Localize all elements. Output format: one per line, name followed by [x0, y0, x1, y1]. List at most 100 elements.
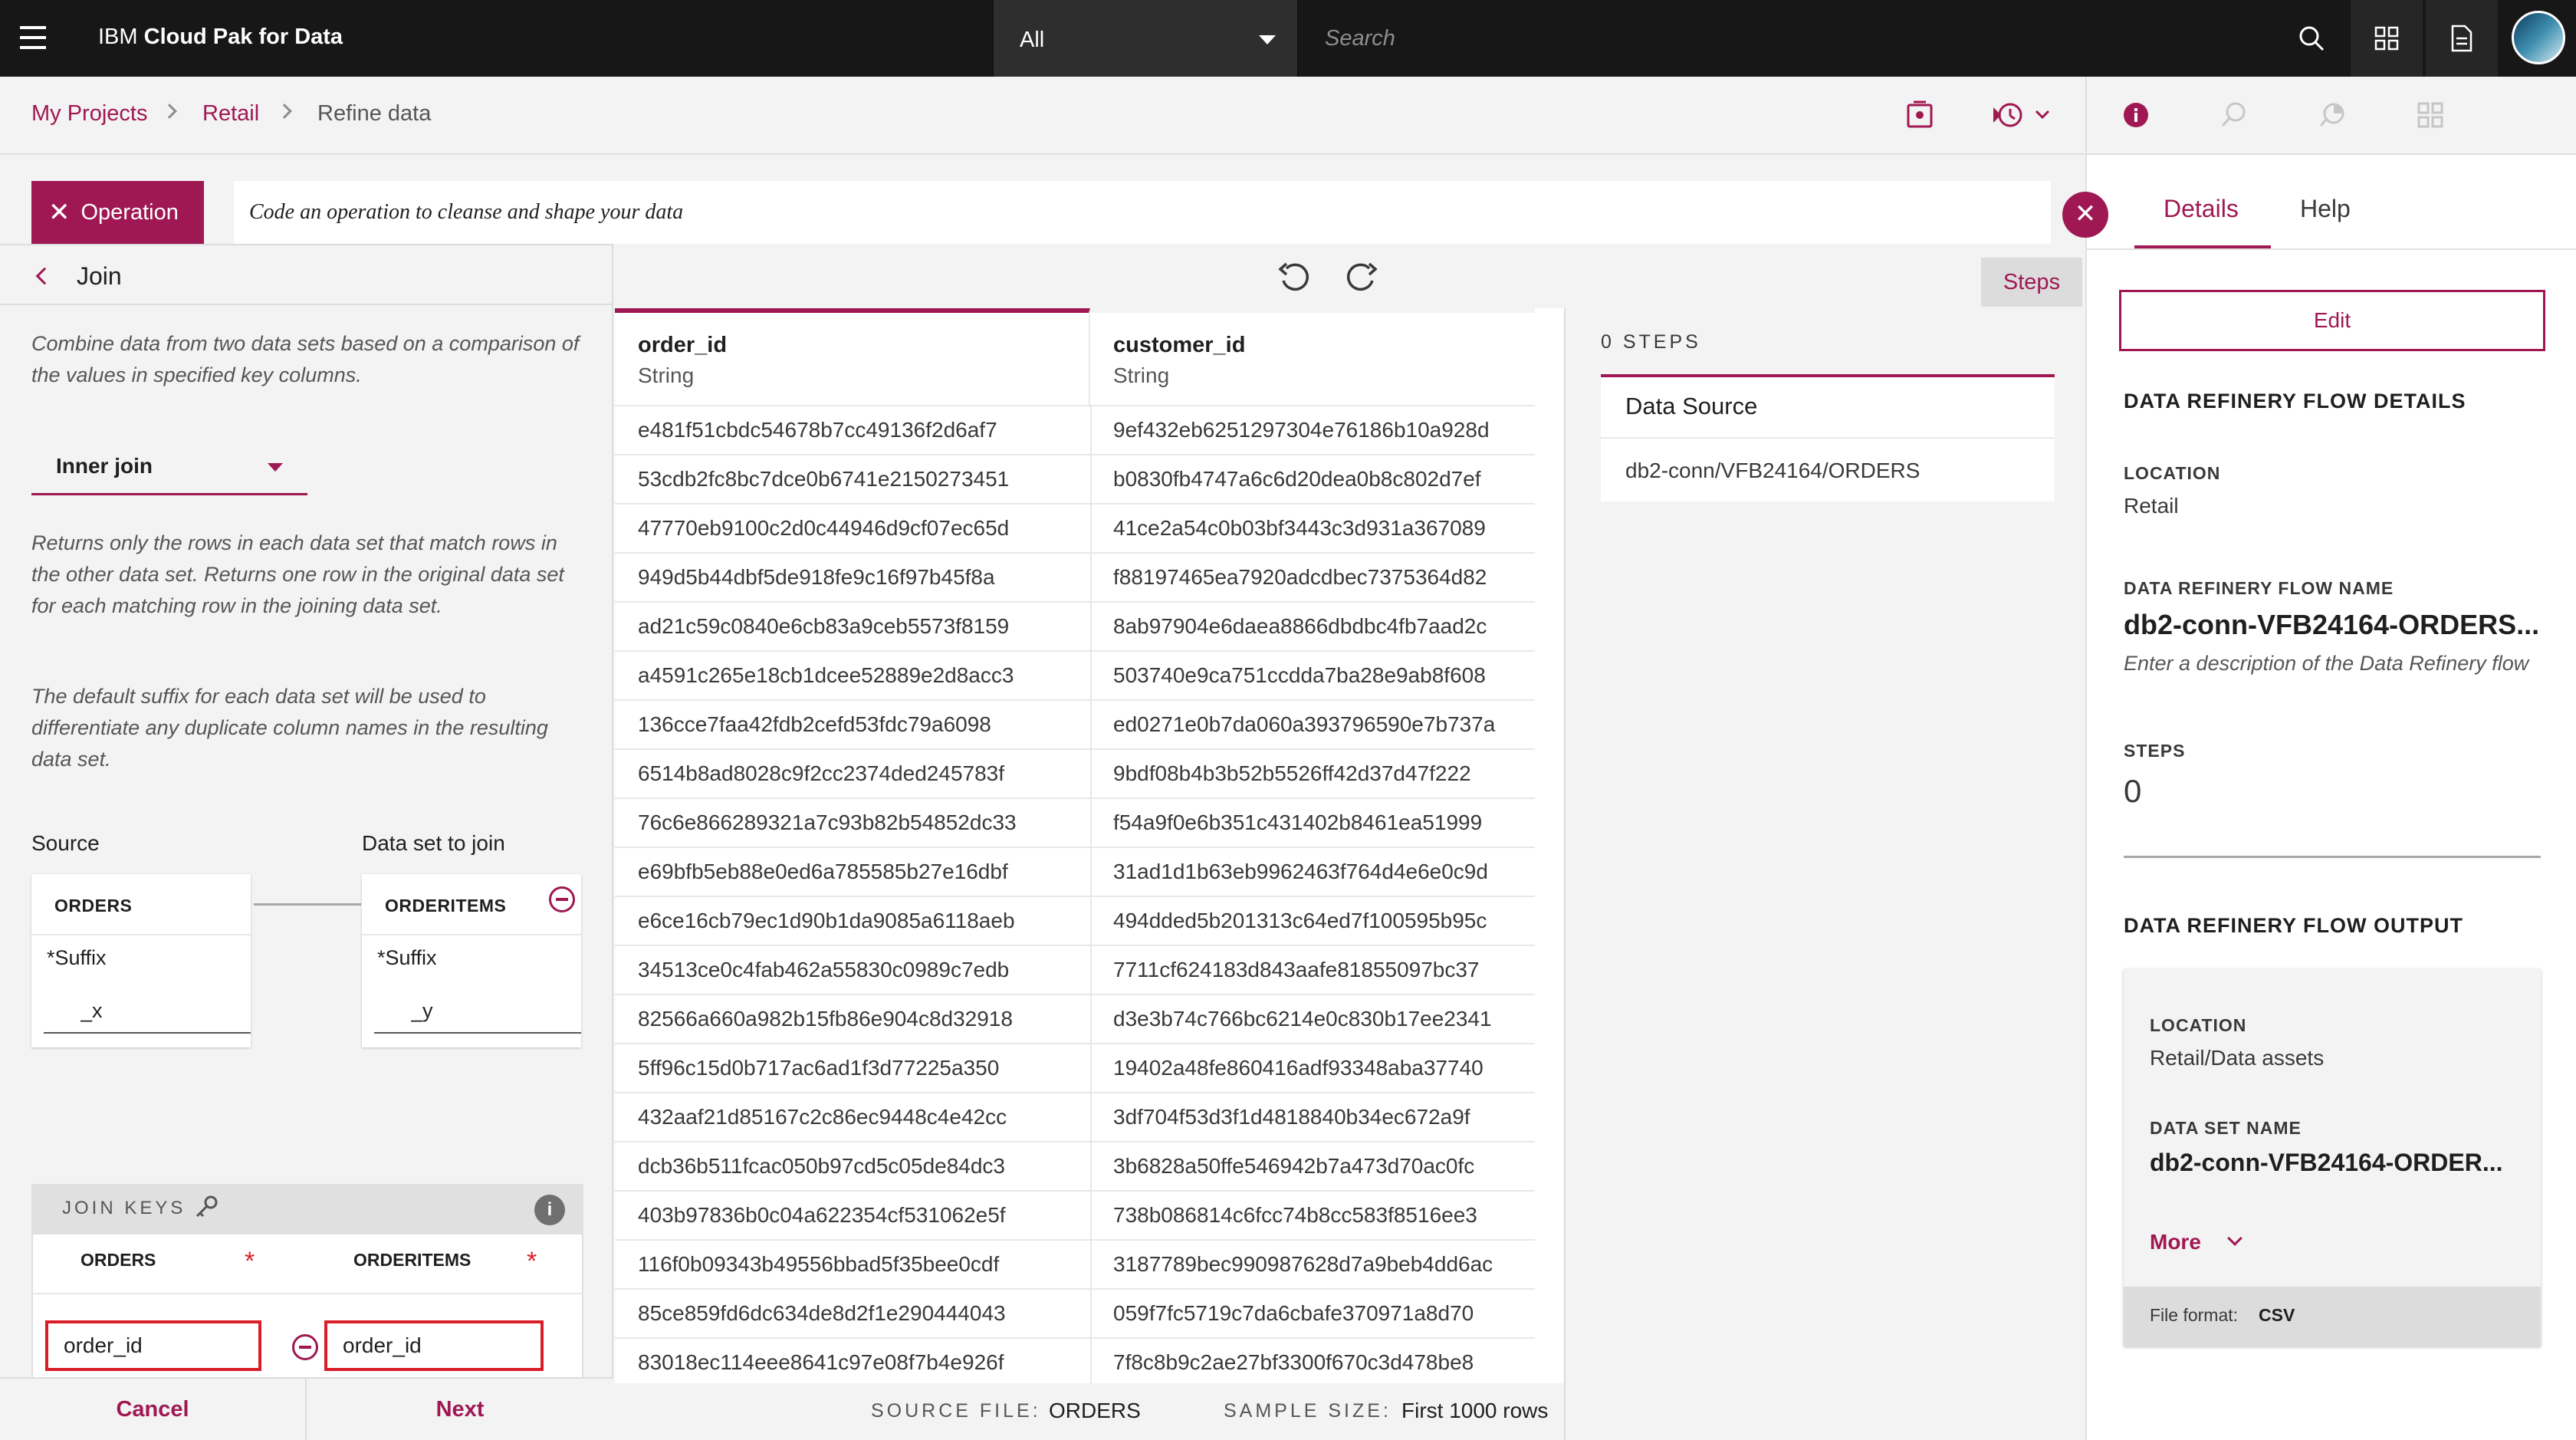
customer-id-cell[interactable]: ed0271e0b7da060a393796590e7b737a: [1113, 701, 1543, 748]
customer-id-cell[interactable]: 41ce2a54c0b03bf3443c3d931a367089: [1113, 505, 1543, 552]
steps-toggle-button[interactable]: Steps: [1981, 258, 2082, 307]
undo-icon[interactable]: [1276, 258, 1314, 296]
hamburger-menu-icon[interactable]: [20, 26, 46, 49]
join-suffix-input[interactable]: [374, 989, 581, 1034]
edit-button[interactable]: Edit: [2119, 290, 2545, 351]
order-id-cell[interactable]: 34513ce0c4fab462a55830c0989c7edb: [638, 946, 1083, 994]
customer-id-cell[interactable]: f54a9f0e6b351c431402b8461ea51999: [1113, 799, 1543, 847]
table-row[interactable]: 34513ce0c4fab462a55830c0989c7edb 7711cf62…: [615, 946, 1535, 995]
order-id-cell[interactable]: 47770eb9100c2d0c44946d9cf07ec65d: [638, 505, 1083, 552]
info-icon[interactable]: [2121, 100, 2151, 130]
user-avatar[interactable]: [2512, 11, 2565, 64]
order-id-cell[interactable]: e6ce16cb79ec1d90b1da9085a6118aeb: [638, 897, 1083, 945]
document-icon[interactable]: [2426, 0, 2498, 77]
table-row[interactable]: a4591c265e18cb1dcee52889e2d8acc3 503740e9…: [615, 652, 1535, 701]
order-id-cell[interactable]: 76c6e866289321a7c93b82b54852dc33: [638, 799, 1083, 847]
cancel-button[interactable]: Cancel: [0, 1379, 307, 1440]
schedule-history-dropdown[interactable]: [1990, 100, 2059, 130]
left-key-input[interactable]: [45, 1320, 261, 1371]
order-id-cell[interactable]: 949d5b44dbf5de918fe9c16f97b45f8a: [638, 554, 1083, 601]
catalog-icon[interactable]: [2351, 0, 2423, 77]
product-brand[interactable]: IBM Cloud Pak for Data: [98, 25, 343, 50]
order-id-cell[interactable]: 403b97836b0c04a622354cf531062e5f: [638, 1192, 1083, 1239]
order-id-cell[interactable]: e481f51cbdc54678b7cc49136f2d6af7: [638, 406, 1083, 454]
table-row[interactable]: 76c6e866289321a7c93b82b54852dc33 f54a9f0e…: [615, 799, 1535, 848]
table-row[interactable]: 116f0b09343b49556bbad5f35bee0cdf 3187789b…: [615, 1241, 1535, 1290]
order-id-cell[interactable]: 85ce859fd6dc634de8d2f1e290444043: [638, 1290, 1083, 1337]
close-panel-icon[interactable]: ✕: [2062, 192, 2108, 238]
table-row[interactable]: e69bfb5eb88e0ed6a785585b27e16dbf 31ad1d1b…: [615, 848, 1535, 897]
table-row[interactable]: e481f51cbdc54678b7cc49136f2d6af7 9ef432eb…: [615, 406, 1535, 455]
customer-id-cell[interactable]: 3187789bec990987628d7a9beb4dd6ac: [1113, 1241, 1543, 1288]
table-row[interactable]: 432aaf21d85167c2c86ec9448c4e42cc 3df704f5…: [615, 1093, 1535, 1142]
table-row[interactable]: 403b97836b0c04a622354cf531062e5f 738b0868…: [615, 1192, 1535, 1241]
search-scope-dropdown[interactable]: All: [992, 0, 1299, 77]
order-id-cell[interactable]: 432aaf21d85167c2c86ec9448c4e42cc: [638, 1093, 1083, 1141]
breadcrumb-my-projects[interactable]: My Projects: [31, 101, 147, 127]
order-id-cell[interactable]: 82566a660a982b15fb86e904c8d32918: [638, 995, 1083, 1043]
code-operation-input[interactable]: [234, 181, 2051, 244]
customer-id-cell[interactable]: 7f8c8b9c2ae27bf3300f670c3d478be8: [1113, 1339, 1543, 1383]
customer-id-cell[interactable]: f88197465ea7920adcdbec7375364d82: [1113, 554, 1543, 601]
customer-id-cell[interactable]: 3b6828a50ffe546942b7a473d70ac0fc: [1113, 1142, 1543, 1190]
source-suffix-input[interactable]: [44, 989, 251, 1034]
profile-icon[interactable]: [1904, 100, 1935, 130]
flow-description-placeholder[interactable]: Enter a description of the Data Refinery…: [2124, 652, 2528, 676]
breadcrumb-retail[interactable]: Retail: [202, 101, 259, 127]
remove-key-icon[interactable]: [292, 1334, 318, 1360]
table-row[interactable]: 136cce7faa42fdb2cefd53fdc79a6098 ed0271e0…: [615, 701, 1535, 750]
customer-id-cell[interactable]: 31ad1d1b63eb9962463f764d4e6e0c9d: [1113, 848, 1543, 896]
order-id-cell[interactable]: 5ff96c15d0b717ac6ad1f3d77225a350: [638, 1044, 1083, 1092]
customer-id-cell[interactable]: 494dded5b201313c64ed7f100595b95c: [1113, 897, 1543, 945]
join-type-dropdown[interactable]: Inner join: [31, 437, 307, 495]
table-row[interactable]: 83018ec114eee8641c97e08f7b4e926f 7f8c8b9c…: [615, 1339, 1535, 1383]
customer-id-cell[interactable]: 738b086814c6fcc74b8cc583f8516ee3: [1113, 1192, 1543, 1239]
order-id-cell[interactable]: dcb36b511fcac050b97cd5c05de84dc3: [638, 1142, 1083, 1190]
customer-id-cell[interactable]: 19402a48fe860416adf93348aba37740: [1113, 1044, 1543, 1092]
tab-help[interactable]: Help: [2300, 195, 2351, 223]
chevron-down-icon[interactable]: [2227, 1231, 2242, 1246]
customer-id-cell[interactable]: b0830fb4747a6c6d20dea0b8c802d7ef: [1113, 455, 1543, 503]
table-row[interactable]: ad21c59c0840e6cb83a9ceb5573f8159 8ab97904…: [615, 603, 1535, 652]
redo-icon[interactable]: [1342, 258, 1380, 296]
order-id-cell[interactable]: 136cce7faa42fdb2cefd53fdc79a6098: [638, 701, 1083, 748]
operation-button[interactable]: ✕ Operation: [31, 181, 204, 244]
right-key-input[interactable]: [324, 1320, 544, 1371]
customer-id-cell[interactable]: 8ab97904e6daea8866dbdbc4fb7aad2c: [1113, 603, 1543, 650]
table-row[interactable]: 6514b8ad8028c9f2cc2374ded245783f 9bdf08b4…: [615, 750, 1535, 799]
column-header-order-id[interactable]: order_id String: [615, 308, 1090, 406]
customer-id-cell[interactable]: d3e3b74c766bc6214e0c830b17ee2341: [1113, 995, 1543, 1043]
data-source-step-card[interactable]: Data Source db2-conn/VFB24164/ORDERS: [1601, 374, 2055, 501]
table-row[interactable]: 47770eb9100c2d0c44946d9cf07ec65d 41ce2a54…: [615, 505, 1535, 554]
table-row[interactable]: e6ce16cb79ec1d90b1da9085a6118aeb 494dded5…: [615, 897, 1535, 946]
column-header-customer-id[interactable]: customer_id String: [1090, 308, 1535, 406]
next-button[interactable]: Next: [307, 1379, 613, 1440]
tab-details[interactable]: Details: [2164, 195, 2239, 223]
table-row[interactable]: 5ff96c15d0b717ac6ad1f3d77225a350 19402a48…: [615, 1044, 1535, 1093]
order-id-cell[interactable]: e69bfb5eb88e0ed6a785585b27e16dbf: [638, 848, 1083, 896]
remove-dataset-icon[interactable]: [549, 886, 575, 912]
profile-data-icon[interactable]: [2219, 100, 2249, 130]
visualize-icon[interactable]: [2317, 100, 2348, 130]
table-row[interactable]: 949d5b44dbf5de918fe9c16f97b45f8a f8819746…: [615, 554, 1535, 603]
customer-id-cell[interactable]: 7711cf624183d843aafe81855097bc37: [1113, 946, 1543, 994]
customer-id-cell[interactable]: 503740e9ca751ccdda7ba28e9ab8f608: [1113, 652, 1543, 699]
order-id-cell[interactable]: 6514b8ad8028c9f2cc2374ded245783f: [638, 750, 1083, 797]
customer-id-cell[interactable]: 9ef432eb6251297304e76186b10a928d: [1113, 406, 1543, 454]
customer-id-cell[interactable]: 3df704f53d3f1d4818840b34ec672a9f: [1113, 1093, 1543, 1141]
order-id-cell[interactable]: 116f0b09343b49556bbad5f35bee0cdf: [638, 1241, 1083, 1288]
customer-id-cell[interactable]: 059f7fc5719c7da6cbafe370971a8d70: [1113, 1290, 1543, 1337]
info-icon[interactable]: i: [534, 1195, 565, 1225]
dashboard-icon[interactable]: [2415, 100, 2446, 130]
order-id-cell[interactable]: a4591c265e18cb1dcee52889e2d8acc3: [638, 652, 1083, 699]
back-arrow-icon[interactable]: [35, 267, 54, 285]
customer-id-cell[interactable]: 9bdf08b4b3b52b5526ff42d37d47f222: [1113, 750, 1543, 797]
table-row[interactable]: 82566a660a982b15fb86e904c8d32918 d3e3b74c…: [615, 995, 1535, 1044]
table-row[interactable]: dcb36b511fcac050b97cd5c05de84dc3 3b6828a5…: [615, 1142, 1535, 1192]
order-id-cell[interactable]: 53cdb2fc8bc7dce0b6741e2150273451: [638, 455, 1083, 503]
search-input[interactable]: [1303, 15, 2300, 61]
table-row[interactable]: 85ce859fd6dc634de8d2f1e290444043 059f7fc5…: [615, 1290, 1535, 1339]
more-link[interactable]: More: [2150, 1230, 2201, 1254]
table-row[interactable]: 53cdb2fc8bc7dce0b6741e2150273451 b0830fb4…: [615, 455, 1535, 505]
search-icon[interactable]: [2275, 0, 2348, 77]
